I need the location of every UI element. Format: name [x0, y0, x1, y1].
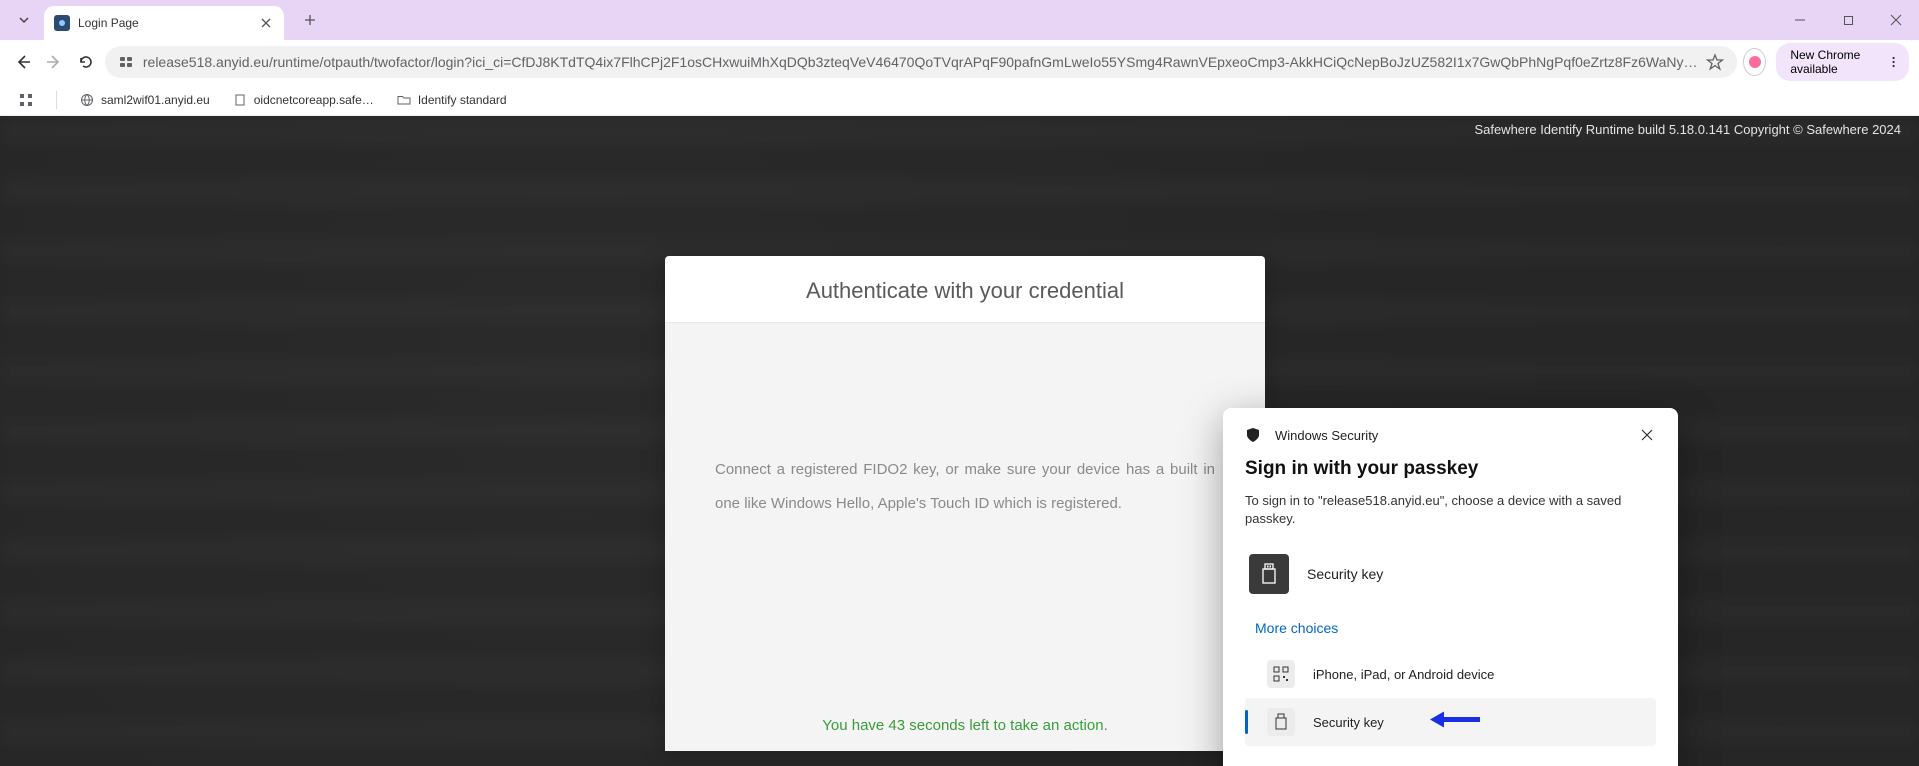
ws-main-option[interactable]: Security key — [1245, 546, 1656, 602]
usb-key-small-icon — [1267, 708, 1295, 736]
ws-header: Windows Security — [1245, 426, 1656, 444]
browser-chrome: Login Page — [0, 0, 1919, 116]
window-controls — [1777, 1, 1919, 39]
auth-card: Authenticate with your credential Connec… — [665, 256, 1265, 751]
choice-seckey-label: Security key — [1313, 715, 1384, 730]
auth-title: Authenticate with your credential — [665, 256, 1265, 323]
forward-button[interactable] — [42, 46, 68, 78]
tab-search-button[interactable] — [12, 8, 36, 32]
chip-label: New Chrome available — [1790, 48, 1886, 76]
auth-footer: You have 43 seconds left to take an acti… — [665, 703, 1265, 751]
page-icon — [232, 92, 248, 108]
bookmark-label: Identify standard — [418, 93, 507, 107]
more-choices-link[interactable]: More choices — [1255, 620, 1656, 636]
countdown-text: You have 43 seconds left to take an acti… — [822, 717, 1107, 734]
choice-security-key[interactable]: Security key — [1245, 698, 1656, 746]
shield-icon — [1245, 427, 1261, 443]
choice-mobile-label: iPhone, iPad, or Android device — [1313, 667, 1494, 682]
new-chrome-chip[interactable]: New Chrome available — [1776, 43, 1909, 81]
windows-security-dialog: Windows Security Sign in with your passk… — [1223, 408, 1678, 766]
minimize-button[interactable] — [1777, 1, 1823, 39]
apps-button[interactable] — [18, 92, 34, 108]
bookmark-oidcnetcoreapp[interactable]: oidcnetcoreapp.safe… — [232, 92, 374, 108]
maximize-button[interactable] — [1825, 1, 1871, 39]
page-content: Safewhere Identify Runtime build 5.18.0.… — [0, 116, 1919, 766]
choice-mobile[interactable]: iPhone, iPad, or Android device — [1245, 650, 1656, 698]
bookmark-identify-standard[interactable]: Identify standard — [396, 92, 507, 108]
globe-icon — [79, 92, 95, 108]
auth-body: Connect a registered FIDO2 key, or make … — [665, 323, 1265, 703]
ws-close-button[interactable] — [1638, 426, 1656, 444]
ws-heading: Sign in with your passkey — [1245, 458, 1656, 480]
new-tab-button[interactable] — [296, 6, 324, 34]
usb-key-icon — [1249, 554, 1289, 594]
tab-close-icon[interactable] — [258, 15, 274, 31]
profile-button[interactable] — [1743, 48, 1766, 76]
copyright-text: Safewhere Identify Runtime build 5.18.0.… — [1474, 122, 1901, 137]
toolbar: release518.anyid.eu/runtime/otpauth/twof… — [0, 40, 1919, 84]
favicon-icon — [54, 15, 70, 31]
folder-icon — [396, 92, 412, 108]
tab-bar: Login Page — [0, 0, 1919, 40]
ws-main-label: Security key — [1307, 566, 1383, 582]
qr-icon — [1267, 660, 1295, 688]
address-bar[interactable]: release518.anyid.eu/runtime/otpauth/twof… — [105, 46, 1738, 78]
apps-icon — [18, 92, 34, 108]
site-settings-icon[interactable] — [117, 53, 135, 71]
ws-app-name: Windows Security — [1275, 428, 1378, 443]
annotation-arrow-icon — [1430, 710, 1480, 735]
bookmark-saml2wif01[interactable]: saml2wif01.anyid.eu — [79, 92, 210, 108]
kebab-icon — [1892, 55, 1895, 69]
tab-title: Login Page — [78, 16, 250, 30]
reload-button[interactable] — [73, 46, 99, 78]
browser-tab[interactable]: Login Page — [44, 6, 284, 40]
auth-body-text: Connect a registered FIDO2 key, or make … — [715, 453, 1215, 521]
url-text: release518.anyid.eu/runtime/otpauth/twof… — [143, 54, 1698, 70]
back-button[interactable] — [10, 46, 36, 78]
bookmark-star-icon[interactable] — [1705, 52, 1725, 72]
bookmark-bar: saml2wif01.anyid.eu oidcnetcoreapp.safe…… — [0, 84, 1919, 116]
divider — [56, 91, 57, 109]
close-window-button[interactable] — [1873, 1, 1919, 39]
bookmark-label: saml2wif01.anyid.eu — [101, 93, 210, 107]
ws-description: To sign in to "release518.anyid.eu", cho… — [1245, 492, 1656, 528]
bookmark-label: oidcnetcoreapp.safe… — [254, 93, 374, 107]
